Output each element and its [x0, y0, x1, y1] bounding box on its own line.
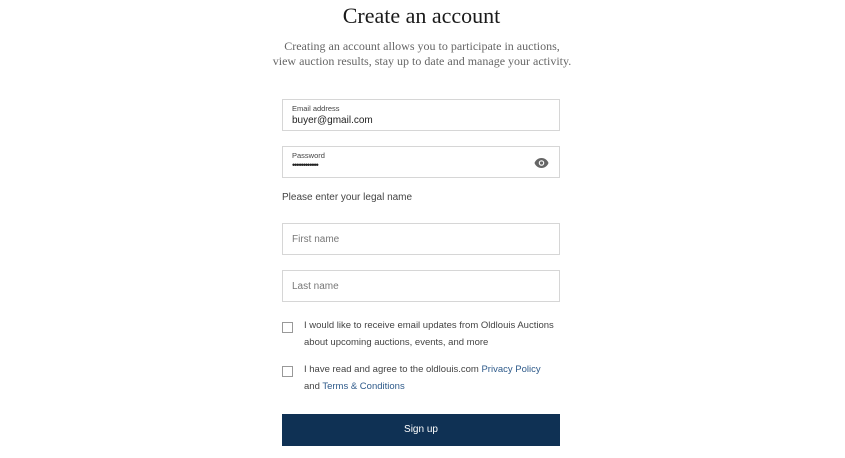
terms-conditions-link[interactable]: Terms & Conditions: [322, 381, 404, 392]
first-name-field[interactable]: [282, 223, 560, 255]
email-label: Email address: [292, 104, 340, 113]
last-name-input[interactable]: [283, 271, 559, 301]
terms-text-middle: and: [304, 381, 323, 392]
last-name-field[interactable]: [282, 270, 560, 302]
email-field[interactable]: Email address buyer@gmail.com: [282, 99, 560, 131]
password-label: Password: [292, 151, 325, 160]
legal-name-prompt: Please enter your legal name: [282, 192, 413, 203]
password-value[interactable]: ••••••••••••: [292, 160, 319, 170]
terms-text-before: I have read and agree to the oldlouis.co…: [304, 364, 482, 375]
eye-icon[interactable]: [534, 156, 549, 168]
terms-label: I have read and agree to the oldlouis.co…: [304, 361, 562, 395]
email-value[interactable]: buyer@gmail.com: [292, 115, 373, 126]
page-title: Create an account: [342, 3, 501, 28]
email-updates-checkbox[interactable]: [282, 322, 293, 333]
first-name-input[interactable]: [283, 224, 559, 254]
page-subtitle: Creating an account allows you to partic…: [272, 39, 572, 68]
privacy-policy-link[interactable]: Privacy Policy: [481, 364, 540, 375]
terms-checkbox[interactable]: [282, 366, 293, 377]
password-field[interactable]: Password ••••••••••••: [282, 146, 560, 178]
sign-up-button[interactable]: Sign up: [282, 414, 560, 446]
email-updates-label: I would like to receive email updates fr…: [304, 320, 554, 348]
